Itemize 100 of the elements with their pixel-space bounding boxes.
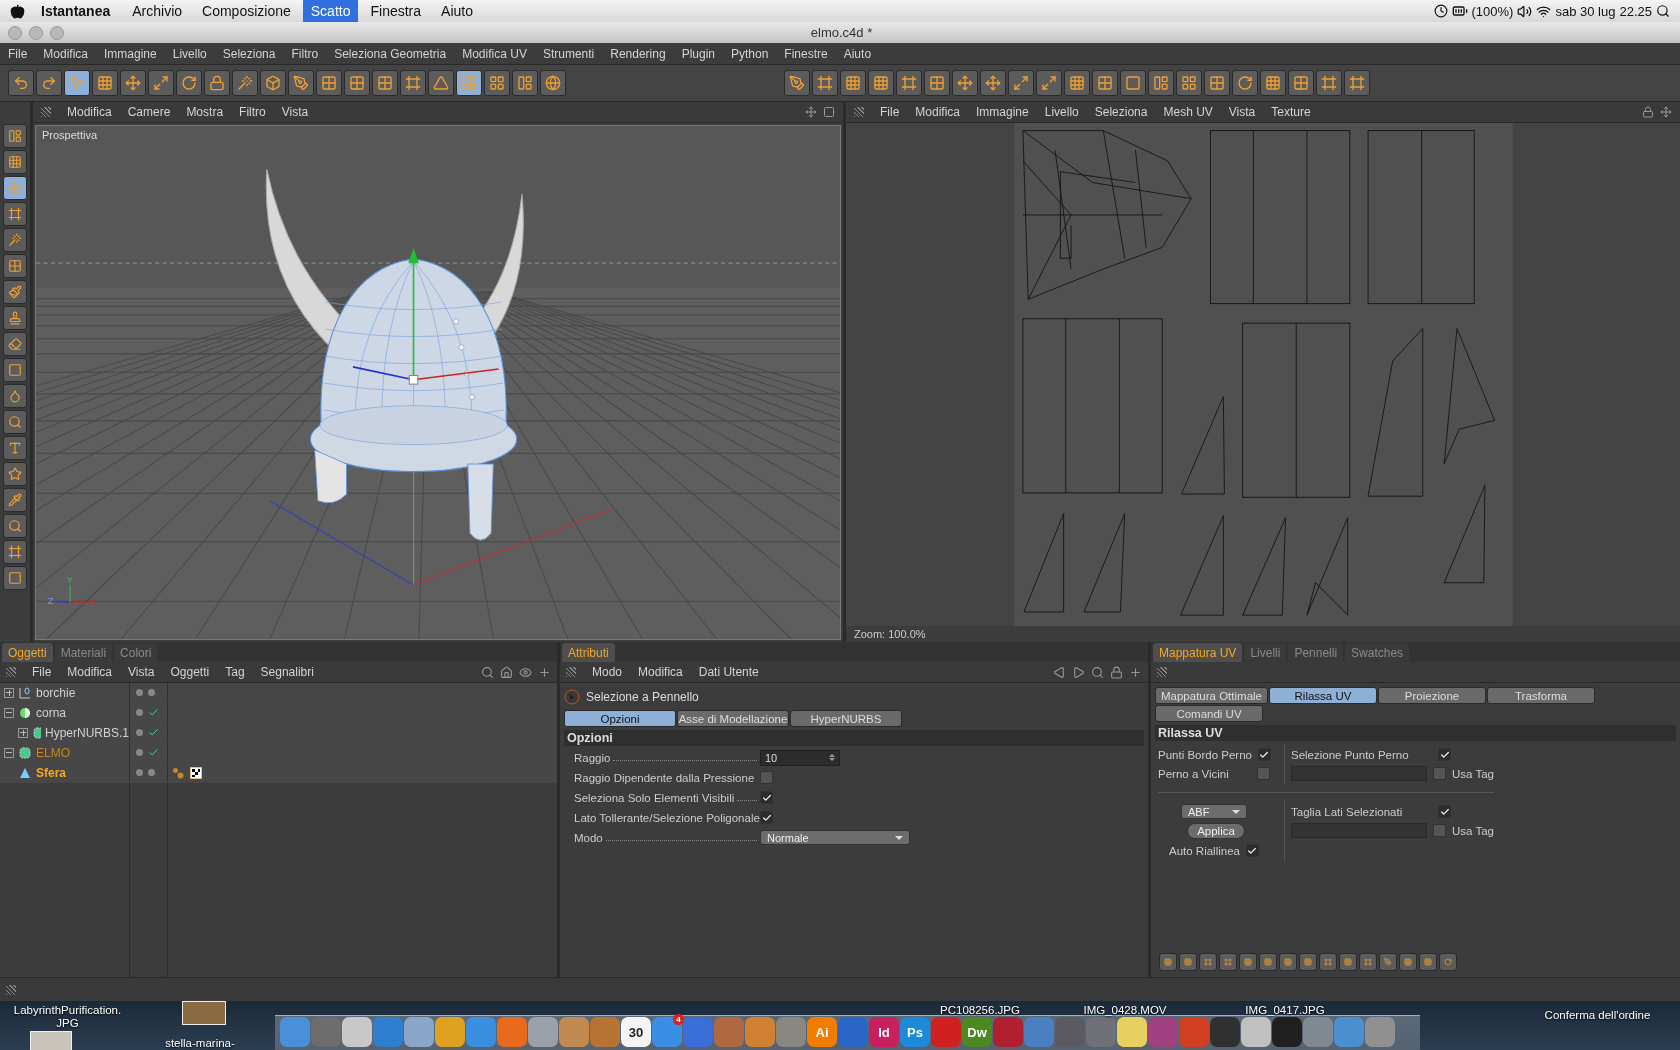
tool-button[interactable]	[3, 488, 27, 512]
app-icon[interactable]	[342, 1017, 372, 1047]
app-icon[interactable]: Ps	[900, 1017, 930, 1047]
menu-item[interactable]: Finestra	[362, 0, 430, 22]
tool-button[interactable]	[1260, 70, 1286, 96]
menu-item[interactable]: Mostra	[186, 105, 224, 119]
sub-tab[interactable]: Trasforma	[1487, 687, 1595, 704]
tool-button[interactable]	[92, 70, 118, 96]
sub-tab[interactable]: Rilassa UV	[1269, 687, 1377, 704]
menu-item[interactable]: Strumenti	[542, 46, 595, 61]
file-name[interactable]: stella-marina-	[150, 1037, 250, 1050]
sub-tab[interactable]: Comandi UV	[1155, 705, 1263, 722]
tool-button[interactable]	[64, 70, 90, 96]
menu-item[interactable]: Seleziona Geometria	[334, 46, 447, 61]
object-name[interactable]: corna	[36, 705, 67, 720]
tool-button[interactable]	[3, 150, 27, 174]
menu-item[interactable]: Dati Utente	[698, 665, 759, 679]
tool-button[interactable]	[896, 70, 922, 96]
tool-button[interactable]	[36, 70, 62, 96]
menu-item[interactable]: Modifica	[915, 105, 961, 119]
number-field[interactable]: 10	[760, 749, 840, 766]
file-name[interactable]: Conferma dell'ordine	[1530, 1009, 1665, 1022]
tool-button[interactable]	[868, 70, 894, 96]
menu-item[interactable]: Livello	[1044, 105, 1079, 119]
menu-item[interactable]: Scatto	[302, 0, 359, 22]
lock-icon[interactable]	[1110, 665, 1123, 679]
tool-button[interactable]	[952, 70, 978, 96]
tool-button[interactable]	[1092, 70, 1118, 96]
tool-button[interactable]	[840, 70, 866, 96]
sub-tab[interactable]: Mappatura Ottimale	[1155, 687, 1268, 704]
tool-button[interactable]	[1259, 953, 1277, 971]
visibility-dot[interactable]	[136, 709, 143, 716]
tool-button[interactable]	[1159, 953, 1177, 971]
panel-tab[interactable]: Mappatura UV	[1153, 643, 1243, 662]
tool-button[interactable]	[1339, 953, 1357, 971]
tool-button[interactable]	[1359, 953, 1377, 971]
tool-button[interactable]	[512, 70, 538, 96]
panel-tab[interactable]: Attributi	[562, 643, 615, 662]
visibility-dot[interactable]	[136, 769, 143, 776]
tool-button[interactable]	[1419, 953, 1437, 971]
volume-icon[interactable]	[1517, 3, 1533, 19]
menu-item[interactable]: Python	[731, 46, 769, 61]
menu-item[interactable]: Composizione	[194, 0, 299, 22]
menu-item[interactable]: Modifica UV	[462, 46, 527, 61]
grip-icon[interactable]	[6, 984, 16, 995]
checkbox[interactable]	[1258, 748, 1271, 761]
tool-button[interactable]	[1179, 953, 1197, 971]
check-icon[interactable]	[148, 707, 159, 718]
tool-button[interactable]	[784, 70, 810, 96]
menu-item[interactable]: Filtro	[239, 105, 266, 119]
menu-item[interactable]: Modifica	[67, 665, 113, 679]
tool-button[interactable]	[484, 70, 510, 96]
tool-button[interactable]	[1316, 70, 1342, 96]
menu-item[interactable]: Livello	[172, 46, 207, 61]
tool-button[interactable]	[1176, 70, 1202, 96]
checkbox[interactable]	[1433, 824, 1446, 837]
checkbox[interactable]	[1438, 805, 1451, 818]
tool-button[interactable]	[1204, 70, 1230, 96]
tool-button[interactable]	[3, 410, 27, 434]
tool-button[interactable]	[3, 202, 27, 226]
app-icon[interactable]	[1241, 1017, 1271, 1047]
tool-button[interactable]	[456, 70, 482, 96]
menu-item[interactable]: Archivio	[124, 0, 191, 22]
menu-item[interactable]: Camere	[127, 105, 171, 119]
menu-item[interactable]: Segnalibri	[260, 665, 314, 679]
visibility-dot[interactable]	[136, 749, 143, 756]
lock-icon[interactable]	[1642, 106, 1654, 118]
tool-button[interactable]	[3, 228, 27, 252]
tool-button[interactable]	[1064, 70, 1090, 96]
sub-tab[interactable]: Asse di Modellazione	[677, 710, 789, 727]
tool-button[interactable]	[1008, 70, 1034, 96]
grip-icon[interactable]	[6, 667, 16, 677]
menu-item[interactable]: Seleziona	[1094, 105, 1148, 119]
grip-icon[interactable]	[854, 107, 864, 117]
app-icon[interactable]	[1272, 1017, 1302, 1047]
menu-item[interactable]: Tag	[225, 665, 245, 679]
battery-icon[interactable]	[1451, 3, 1468, 19]
app-name[interactable]: Istantanea	[29, 3, 121, 19]
menu-item[interactable]: Plugin	[681, 46, 715, 61]
tool-button[interactable]	[232, 70, 258, 96]
tool-button[interactable]	[372, 70, 398, 96]
tool-button[interactable]	[3, 514, 27, 538]
tool-button[interactable]	[3, 384, 27, 408]
checkbox[interactable]	[1438, 748, 1451, 761]
plus-icon[interactable]	[538, 665, 551, 679]
menu-item[interactable]: Modo	[592, 665, 623, 679]
clock-icon[interactable]	[1433, 4, 1448, 18]
checkbox[interactable]	[760, 811, 773, 824]
visibility-dot[interactable]	[136, 729, 143, 736]
checkbox[interactable]	[1433, 767, 1446, 780]
menu-item[interactable]: Filtro	[291, 46, 319, 61]
checkbox[interactable]	[1246, 844, 1259, 857]
grip-icon[interactable]	[41, 107, 51, 117]
home-icon[interactable]	[500, 665, 513, 679]
apple-icon[interactable]	[10, 3, 25, 19]
tool-button[interactable]	[3, 280, 27, 304]
checkbox[interactable]	[760, 791, 773, 804]
tool-button[interactable]	[1036, 70, 1062, 96]
tool-button[interactable]	[3, 540, 27, 564]
panel-tab[interactable]: Oggetti	[2, 643, 53, 662]
